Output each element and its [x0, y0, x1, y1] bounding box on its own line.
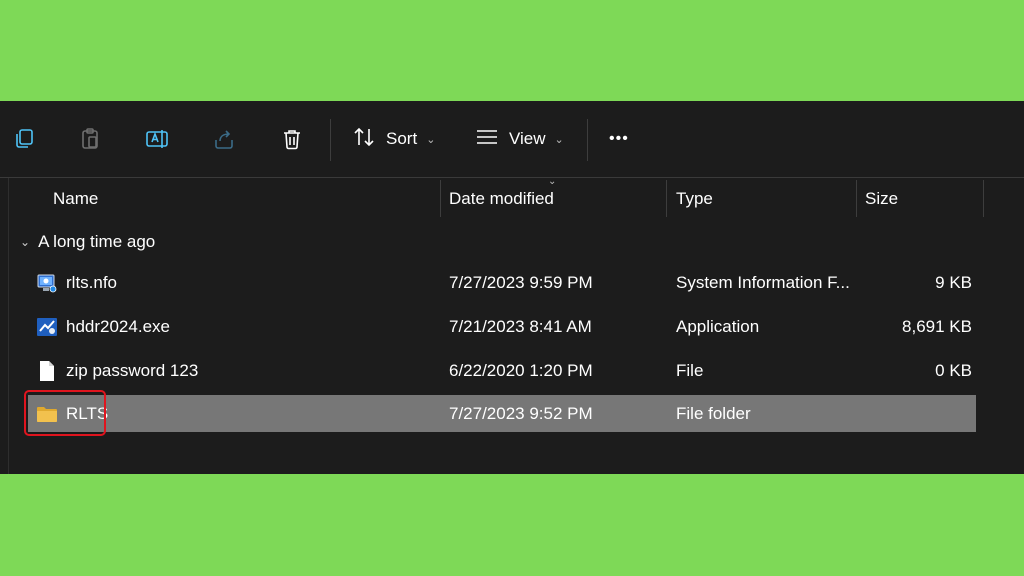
application-icon — [36, 316, 58, 338]
chevron-down-icon: ⌄ — [554, 133, 564, 146]
date-cell: 6/22/2020 1:20 PM — [449, 360, 593, 380]
column-divider[interactable] — [983, 180, 984, 217]
size-cell: 0 KB — [935, 360, 972, 380]
rename-icon[interactable] — [141, 123, 173, 155]
annotation-highlight-box — [24, 390, 106, 436]
list-item-selected[interactable]: RLTS 7/27/2023 9:52 PM File folder — [28, 395, 976, 432]
date-cell: 7/27/2023 9:59 PM — [449, 272, 593, 292]
size-cell: 8,691 KB — [902, 316, 972, 336]
name-cell: rlts.nfo — [36, 264, 117, 301]
column-name[interactable]: Name — [53, 178, 98, 219]
list-item[interactable]: hddr2024.exe 7/21/2023 8:41 AM Applicati… — [28, 308, 976, 345]
type-cell: File folder — [676, 403, 751, 423]
column-header-row: Name ⌄ Date modified Type Size — [0, 176, 1024, 219]
list-item[interactable]: rlts.nfo 7/27/2023 9:59 PM System Inform… — [28, 264, 976, 301]
sort-button[interactable]: Sort ⌄ — [352, 123, 435, 155]
column-divider[interactable] — [440, 180, 441, 217]
column-type[interactable]: Type — [676, 178, 713, 219]
sort-label: Sort — [386, 129, 418, 148]
date-cell: 7/21/2023 8:41 AM — [449, 316, 592, 336]
type-cell: File — [676, 360, 704, 380]
toolbar-separator — [330, 119, 331, 161]
name-cell: zip password 123 — [36, 352, 198, 389]
view-icon — [475, 127, 499, 152]
command-bar: Sort ⌄ View ⌄ ••• — [0, 101, 1024, 178]
file-explorer-window: Sort ⌄ View ⌄ ••• Name ⌄ Date modified T… — [0, 101, 1024, 474]
toolbar-separator — [587, 119, 588, 161]
view-button[interactable]: View ⌄ — [475, 123, 564, 155]
column-size[interactable]: Size — [865, 178, 898, 219]
column-divider[interactable] — [666, 180, 667, 217]
column-divider[interactable] — [856, 180, 857, 217]
more-options-button[interactable]: ••• — [609, 123, 629, 155]
chevron-down-icon: ⌄ — [20, 235, 31, 249]
file-list: Name ⌄ Date modified Type Size ⌄ A long … — [0, 176, 1024, 474]
sort-icon — [352, 126, 376, 153]
file-name: rlts.nfo — [66, 272, 118, 292]
group-label: A long time ago — [38, 232, 156, 251]
size-cell: 9 KB — [935, 272, 972, 292]
column-date-modified[interactable]: Date modified — [449, 178, 554, 219]
paste-icon[interactable] — [74, 123, 106, 155]
delete-icon[interactable] — [276, 123, 308, 155]
more-icon: ••• — [609, 130, 629, 147]
chevron-down-icon: ⌄ — [426, 133, 436, 146]
date-cell: 7/27/2023 9:52 PM — [449, 403, 593, 423]
group-header[interactable]: ⌄ A long time ago — [20, 230, 155, 254]
share-icon[interactable] — [208, 123, 240, 155]
file-icon — [36, 360, 58, 382]
copy-icon[interactable] — [8, 123, 40, 155]
list-item[interactable]: zip password 123 6/22/2020 1:20 PM File … — [28, 352, 976, 389]
type-cell: System Information F... — [676, 272, 850, 292]
file-name: hddr2024.exe — [66, 316, 170, 336]
file-name: zip password 123 — [66, 360, 199, 380]
system-info-icon — [36, 272, 58, 294]
pane-border — [8, 178, 9, 474]
name-cell: hddr2024.exe — [36, 308, 170, 345]
type-cell: Application — [676, 316, 760, 336]
view-label: View — [509, 129, 546, 148]
